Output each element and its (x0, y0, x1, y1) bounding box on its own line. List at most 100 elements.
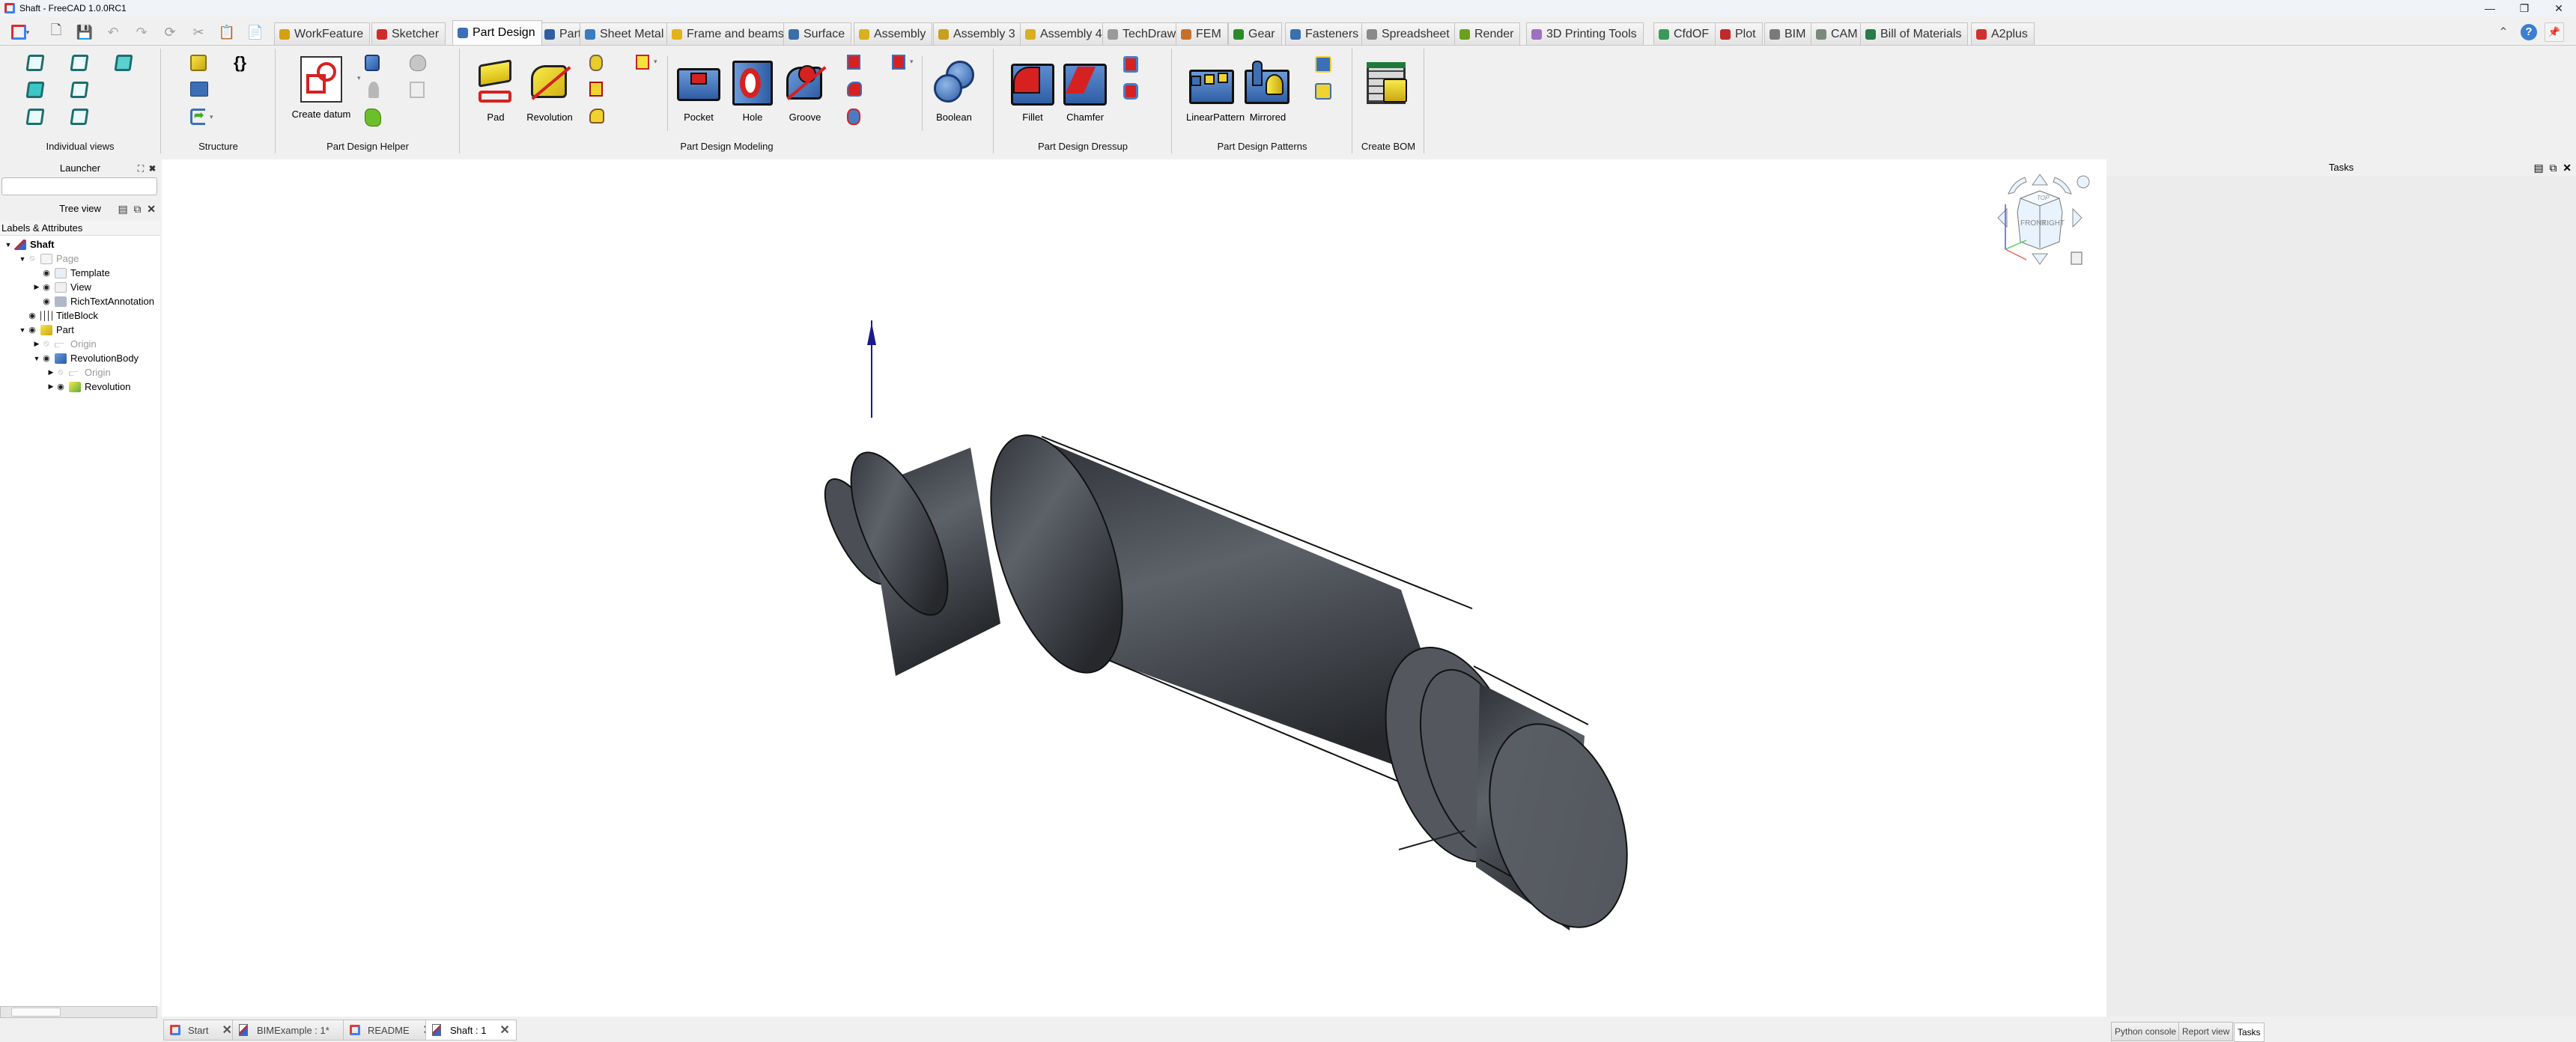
tree-column-header[interactable]: Labels & Attributes (0, 221, 160, 236)
create-part-button[interactable] (190, 55, 210, 74)
redo-button[interactable]: ↷ (132, 22, 151, 42)
rotate-right-arrow[interactable] (2072, 207, 2083, 228)
hidden-eye-icon[interactable]: ⦸ (40, 339, 52, 349)
collapse-arrow-icon[interactable]: ▶ (47, 368, 55, 377)
collapse-arrow-icon[interactable]: ▶ (33, 340, 40, 348)
close-icon[interactable]: ✕ (147, 203, 156, 215)
close-tab-icon[interactable]: ✕ (222, 1023, 231, 1038)
tree-item-template[interactable]: ◉ Template (33, 266, 110, 280)
workbench-tab-surface[interactable]: Surface (783, 22, 852, 45)
subtractive-loft-button[interactable] (847, 55, 866, 74)
navcube-face-right[interactable]: RIGHT (2041, 219, 2065, 228)
copy-button[interactable]: 📋 (217, 22, 237, 42)
rotate-up-arrow[interactable] (2032, 174, 2048, 186)
workbench-tab-cfdof[interactable]: CfdOF (1653, 22, 1716, 45)
float-icon[interactable]: ⧉ (2549, 162, 2557, 174)
workbench-tab-assembly-3[interactable]: Assembly 3 (933, 22, 1022, 45)
expand-arrow-icon[interactable]: ▼ (33, 355, 40, 362)
tree-item-richtextannotation[interactable]: ◉ RichTextAnnotation (33, 294, 154, 308)
tree-item-titleblock[interactable]: ◉ TitleBlock (19, 308, 98, 323)
view-left-button[interactable] (70, 107, 89, 127)
eye-icon[interactable]: ◉ (26, 311, 38, 320)
workbench-tab-sheet-metal[interactable]: Sheet Metal (580, 22, 671, 45)
revolution-button[interactable]: Revolution (523, 56, 576, 131)
document-tab[interactable]: Start ✕ (163, 1020, 239, 1041)
3d-viewport[interactable]: TOP FRONT RIGHT (162, 159, 2106, 1017)
close-button[interactable]: ✕ (2542, 0, 2576, 16)
document-tab[interactable]: BIMExample : 1*✕ (232, 1020, 360, 1041)
viewport-canvas[interactable]: TOP FRONT RIGHT (162, 159, 2106, 1017)
additive-loft-button[interactable] (589, 82, 609, 101)
subtractive-helix-button[interactable] (847, 109, 866, 128)
linear-pattern-button[interactable]: LinearPattern (1186, 56, 1245, 131)
view-right-button[interactable] (25, 80, 45, 100)
create-body-button[interactable] (365, 55, 384, 74)
launcher-search-input[interactable] (1, 177, 157, 195)
additive-primitive-button[interactable]: ▾ (636, 55, 657, 74)
workbench-tab-assembly[interactable]: Assembly (854, 22, 933, 45)
expand-arrow-icon[interactable]: ▼ (4, 241, 12, 249)
tree-item-origin[interactable]: ▶ ⦸ ⫍ Origin (33, 337, 97, 351)
clone-button[interactable] (365, 82, 384, 101)
float-icon[interactable]: ⛶ (138, 163, 144, 174)
close-tab-icon[interactable]: ✕ (499, 1023, 509, 1038)
workbench-tab-fem[interactable]: FEM (1176, 22, 1228, 45)
dock-tab-report-view[interactable]: Report view (2178, 1022, 2234, 1041)
collapse-arrow-icon[interactable]: ▶ (33, 283, 40, 291)
create-bom-button[interactable] (1362, 56, 1415, 131)
dock-icon[interactable]: ▤ (118, 203, 127, 215)
create-sketch-button[interactable] (365, 109, 384, 128)
dock-icon[interactable]: ▤ (2533, 162, 2543, 174)
additive-pipe-button[interactable] (589, 109, 609, 128)
eye-icon[interactable]: ◉ (40, 282, 52, 292)
pocket-button[interactable]: Pocket (672, 56, 725, 131)
iso-view-button[interactable] (2071, 252, 2083, 265)
workbench-tab-fasteners[interactable]: Fasteners (1285, 22, 1366, 45)
tree-item-shaft[interactable]: ▼ Shaft (4, 237, 55, 252)
workbench-tab-plot[interactable]: Plot (1715, 22, 1763, 45)
collapse-ribbon-button[interactable]: ⌃ (2494, 22, 2513, 42)
create-group-button[interactable] (190, 82, 210, 101)
pin-ribbon-button[interactable]: 📌 (2545, 22, 2564, 42)
eye-icon[interactable]: ◉ (55, 382, 67, 391)
tree-horizontal-scrollbar[interactable] (0, 1006, 157, 1018)
tree-item-page[interactable]: ▼ ⦸ Page (19, 252, 79, 266)
workbench-tab-bim[interactable]: BIM (1764, 22, 1813, 45)
workbench-tab-cam[interactable]: CAM (1811, 22, 1865, 45)
workbench-tab-techdraw[interactable]: TechDraw (1102, 22, 1183, 45)
chamfer-button[interactable]: Chamfer (1059, 56, 1111, 131)
draft-button[interactable] (1123, 56, 1143, 76)
dock-tab-python-console[interactable]: Python console (2111, 1022, 2181, 1041)
subtractive-primitive-button[interactable]: ▾ (892, 55, 914, 74)
refresh-button[interactable]: ⟳ (160, 22, 180, 42)
document-tab[interactable]: Shaft : 1 ✕ (425, 1020, 517, 1041)
view-bottom-button[interactable] (25, 107, 45, 127)
create-variable-set-button[interactable]: {} (234, 53, 253, 73)
expand-arrow-icon[interactable]: ▼ (19, 326, 26, 334)
close-icon[interactable]: ✕ (2563, 162, 2572, 174)
float-icon[interactable]: ⧉ (133, 203, 141, 215)
collapse-arrow-icon[interactable]: ▶ (47, 383, 55, 391)
close-icon[interactable]: ✖ (149, 163, 156, 174)
eye-icon[interactable]: ◉ (40, 296, 52, 306)
groove-button[interactable]: Groove (779, 56, 831, 131)
freecad-menu-button[interactable]: ▾ (10, 22, 30, 42)
workbench-tab-a2plus[interactable]: A2plus (1971, 22, 2035, 45)
thickness-button[interactable] (1123, 83, 1143, 103)
paste-button[interactable]: 📄 (246, 22, 265, 42)
subtractive-pipe-button[interactable] (847, 82, 866, 101)
polar-pattern-button[interactable] (1315, 56, 1334, 76)
create-datum-button[interactable]: Create datum ▾ (291, 53, 361, 128)
view-rear-button[interactable] (70, 80, 89, 100)
view-top-button[interactable] (114, 53, 133, 73)
additive-helix-button[interactable] (589, 55, 609, 74)
workbench-tab-part-design[interactable]: Part Design (452, 20, 542, 45)
workbench-tab-spreadsheet[interactable]: Spreadsheet (1361, 22, 1456, 45)
navigation-cube[interactable]: TOP FRONT RIGHT (1997, 174, 2090, 265)
navcube-face-top[interactable]: TOP (2037, 195, 2050, 201)
undo-button[interactable]: ↶ (103, 22, 123, 42)
view-isometric-button[interactable] (25, 53, 45, 73)
workbench-tab-gear[interactable]: Gear (1228, 22, 1282, 45)
tree-item-revolution[interactable]: ▶ ◉ Revolution (47, 380, 131, 394)
save-button[interactable]: 💾 (75, 22, 94, 42)
